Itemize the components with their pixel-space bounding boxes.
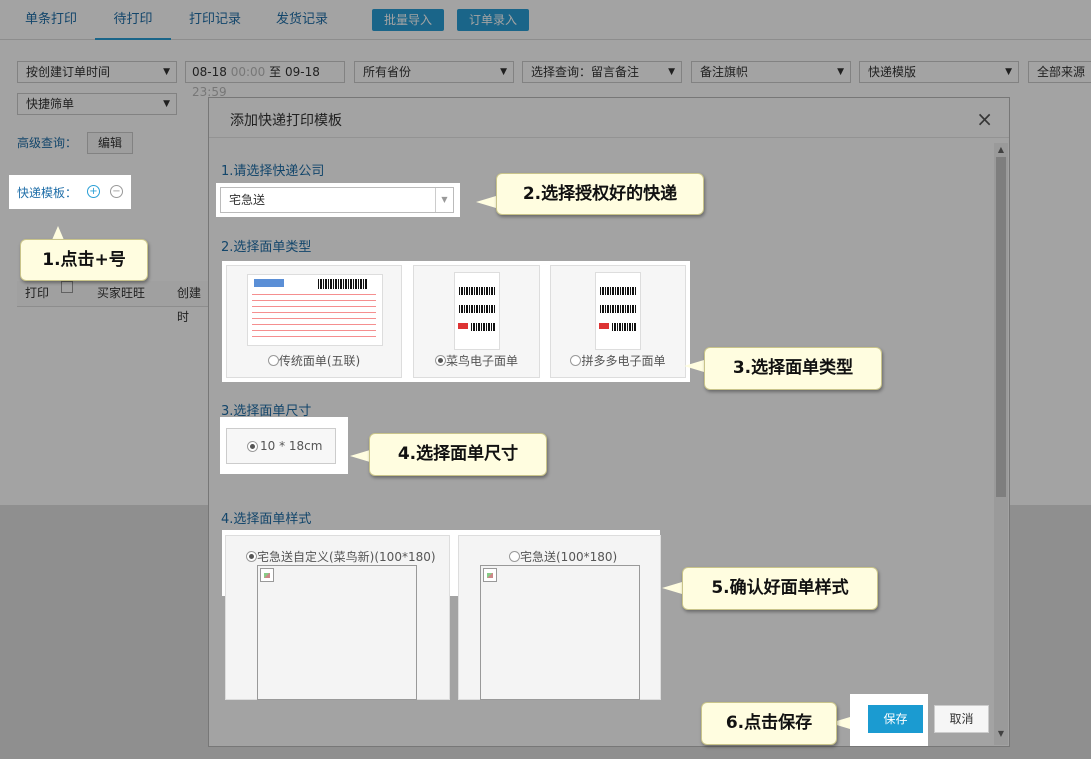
logo-block <box>599 323 609 329</box>
logo-block <box>458 323 468 329</box>
callout-pointer <box>52 226 64 240</box>
cainiao-sheet-preview <box>454 272 500 350</box>
chevron-down-icon: ▼ <box>435 188 453 212</box>
traditional-sheet-preview <box>247 274 383 346</box>
style-label: 宅急送(100*180) <box>509 548 617 565</box>
save-button[interactable]: 保存 <box>868 705 923 733</box>
sheet-type-card[interactable]: 传统面单(五联) <box>226 265 402 378</box>
style-card[interactable]: 宅急送(100*180) <box>458 535 661 700</box>
style-preview <box>480 565 640 700</box>
broken-image-icon <box>260 568 274 582</box>
size-option[interactable]: 10 * 18cm <box>226 428 336 464</box>
callout-pointer <box>350 450 370 462</box>
barcode <box>318 279 368 289</box>
radio-button[interactable] <box>570 355 582 366</box>
style-label: 宅急送自定义(菜鸟新)(100*180) <box>246 548 436 565</box>
sheet-type-label: 菜鸟电子面单 <box>414 352 539 369</box>
callout-pointer <box>684 360 704 372</box>
sheet-type-label: 拼多多电子面单 <box>551 352 685 369</box>
barcode <box>600 305 636 313</box>
form-lines <box>252 293 376 337</box>
add-template-icon[interactable]: + <box>87 185 100 198</box>
callout-step1: 1.点击+号 <box>20 239 148 281</box>
callout-step6: 6.点击保存 <box>701 702 837 745</box>
radio-button[interactable] <box>434 355 446 366</box>
barcode <box>459 287 495 295</box>
sheet-type-card[interactable]: 菜鸟电子面单 <box>413 265 540 378</box>
callout-pointer <box>662 582 682 594</box>
size-option-label: 10 * 18cm <box>260 439 323 453</box>
barcode <box>471 323 495 331</box>
callout-step2: 2.选择授权好的快递 <box>496 173 704 215</box>
style-preview <box>257 565 417 700</box>
style-card[interactable]: 宅急送自定义(菜鸟新)(100*180) <box>225 535 450 700</box>
pdd-sheet-preview <box>595 272 641 350</box>
callout-step5: 5.确认好面单样式 <box>682 567 878 610</box>
radio-button[interactable] <box>247 441 258 452</box>
radio-button[interactable] <box>509 551 520 562</box>
courier-value: 宅急送 <box>229 193 266 207</box>
callout-pointer <box>476 196 496 208</box>
sheet-type-label: 传统面单(五联) <box>227 352 401 369</box>
sheet-type-card[interactable]: 拼多多电子面单 <box>550 265 686 378</box>
barcode <box>459 305 495 313</box>
barcode <box>600 287 636 295</box>
callout-step3: 3.选择面单类型 <box>704 347 882 390</box>
express-template-label: 快递模板： <box>17 186 78 200</box>
remove-template-icon[interactable]: − <box>110 185 123 198</box>
cancel-button[interactable]: 取消 <box>934 705 989 733</box>
courier-select[interactable]: 宅急送 ▼ <box>220 187 454 213</box>
barcode <box>612 323 636 331</box>
radio-button[interactable] <box>267 355 279 366</box>
logo-block <box>254 279 284 287</box>
broken-image-icon <box>483 568 497 582</box>
radio-button[interactable] <box>246 551 257 562</box>
callout-step4: 4.选择面单尺寸 <box>369 433 547 476</box>
